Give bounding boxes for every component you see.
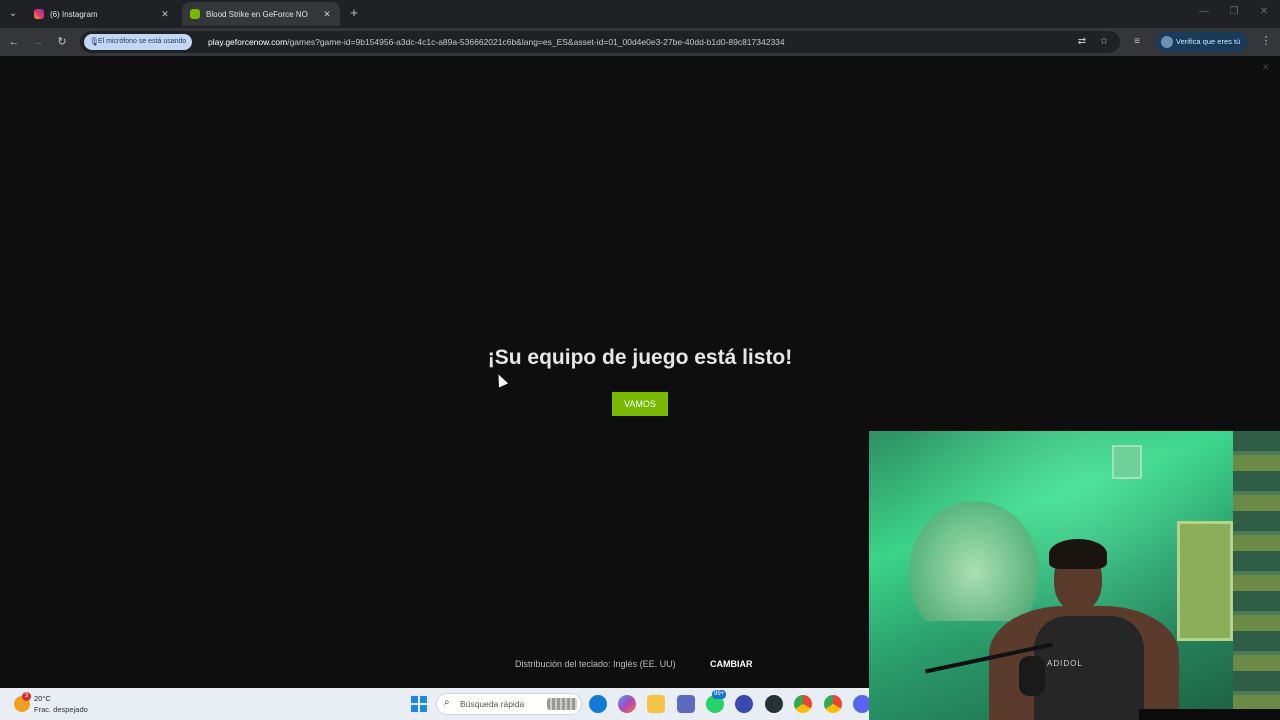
file-explorer-icon[interactable] bbox=[647, 695, 665, 713]
close-icon[interactable]: ✕ bbox=[160, 9, 170, 20]
tab-instagram[interactable]: (6) Instagram ✕ bbox=[26, 2, 178, 26]
url-host: play.geforcenow.com bbox=[208, 37, 288, 47]
address-bar[interactable]: 🎙 El micrófono se está usando play.gefor… bbox=[80, 31, 1120, 53]
webcam-overlay: ADIDOL bbox=[869, 431, 1280, 720]
search-highlight-icon bbox=[547, 698, 577, 710]
vamos-button[interactable]: VAMOS bbox=[612, 392, 668, 416]
forward-arrow-icon[interactable]: → bbox=[30, 34, 46, 50]
chrome-icon[interactable] bbox=[794, 695, 812, 713]
translate-icon[interactable]: ⇄ bbox=[1074, 34, 1090, 50]
taskbar-search[interactable]: ⌕ Búsqueda rápida bbox=[436, 693, 582, 715]
weather-condition[interactable]: Frac. despejado bbox=[34, 705, 88, 714]
tab-title: (6) Instagram bbox=[50, 9, 98, 19]
edge-icon[interactable] bbox=[589, 695, 607, 713]
search-icon: ⌕ bbox=[444, 697, 450, 708]
mic-chip-label: El micrófono se está usando bbox=[98, 38, 187, 45]
avatar bbox=[1161, 36, 1173, 48]
store-icon[interactable] bbox=[677, 695, 695, 713]
tab-title: Blood Strike en GeForce NO bbox=[206, 9, 308, 19]
whatsapp-badge: 99+ bbox=[712, 690, 727, 699]
mouse-cursor-icon bbox=[493, 372, 509, 388]
chrome-profile-icon[interactable] bbox=[824, 695, 842, 713]
search-placeholder: Búsqueda rápida bbox=[460, 699, 525, 709]
browser-toolbar: ← → ↻ 🎙 El micrófono se está usando play… bbox=[0, 28, 1280, 56]
nvidia-icon bbox=[190, 9, 200, 19]
more-menu-icon[interactable]: ⋮ bbox=[1259, 34, 1273, 47]
person-hair bbox=[1049, 539, 1107, 569]
obs-icon[interactable] bbox=[765, 695, 783, 713]
close-icon[interactable]: ✕ bbox=[322, 9, 332, 20]
weather-badge: 3 bbox=[22, 692, 31, 701]
reload-icon[interactable]: ↻ bbox=[54, 34, 70, 50]
profile-verify-chip[interactable]: Verifica que eres tú bbox=[1156, 32, 1249, 52]
browser-tab-bar: ⌄ (6) Instagram ✕ Blood Strike en GeForc… bbox=[0, 0, 1280, 28]
new-tab-plus-icon[interactable]: + bbox=[346, 5, 362, 21]
person-tank-top bbox=[1034, 616, 1144, 720]
window-close-icon[interactable]: ✕ bbox=[1256, 6, 1272, 17]
url-path: /games?game-id=9b154956-a3dc-4c1c-a89a-5… bbox=[287, 37, 785, 47]
keyboard-layout-label: Distribución del teclado: Inglés (EE. UU… bbox=[515, 659, 676, 669]
restore-icon[interactable]: ❐ bbox=[1226, 6, 1242, 17]
windows-start-icon[interactable] bbox=[411, 696, 427, 712]
tank-top-text: ADIDOL bbox=[1047, 659, 1083, 668]
back-arrow-icon[interactable]: ← bbox=[6, 34, 22, 50]
page-title: ¡Su equipo de juego está listo! bbox=[487, 346, 793, 369]
microphone-icon: 🎙 bbox=[89, 37, 100, 46]
copilot-icon[interactable] bbox=[618, 695, 636, 713]
wall-board bbox=[1177, 521, 1233, 641]
weather-temperature[interactable]: 20°C bbox=[34, 694, 51, 703]
pampas-plant bbox=[909, 501, 1039, 621]
microphone bbox=[1019, 656, 1045, 696]
profile-chip-label: Verifica que eres tú bbox=[1176, 37, 1241, 46]
mute-icon[interactable]: ✕ bbox=[1262, 62, 1270, 73]
media-controls-icon[interactable]: ≡ bbox=[1129, 34, 1145, 50]
bookmark-star-icon[interactable]: ☆ bbox=[1096, 34, 1112, 50]
url-text[interactable]: play.geforcenow.com/games?game-id=9b1549… bbox=[208, 31, 785, 53]
tab-geforce-now[interactable]: Blood Strike en GeForce NO ✕ bbox=[182, 2, 340, 26]
shelf bbox=[1233, 431, 1280, 720]
tab-search-chevron-icon[interactable]: ⌄ bbox=[4, 5, 22, 23]
wall-frame bbox=[1112, 445, 1142, 479]
mic-in-use-chip[interactable]: 🎙 El micrófono se está usando bbox=[84, 34, 193, 50]
change-keyboard-button[interactable]: CAMBIAR bbox=[710, 659, 753, 669]
instagram-icon bbox=[34, 9, 44, 19]
minimize-icon[interactable]: — bbox=[1196, 6, 1212, 17]
monitor-edge bbox=[1139, 709, 1280, 720]
app-icon[interactable] bbox=[735, 695, 753, 713]
